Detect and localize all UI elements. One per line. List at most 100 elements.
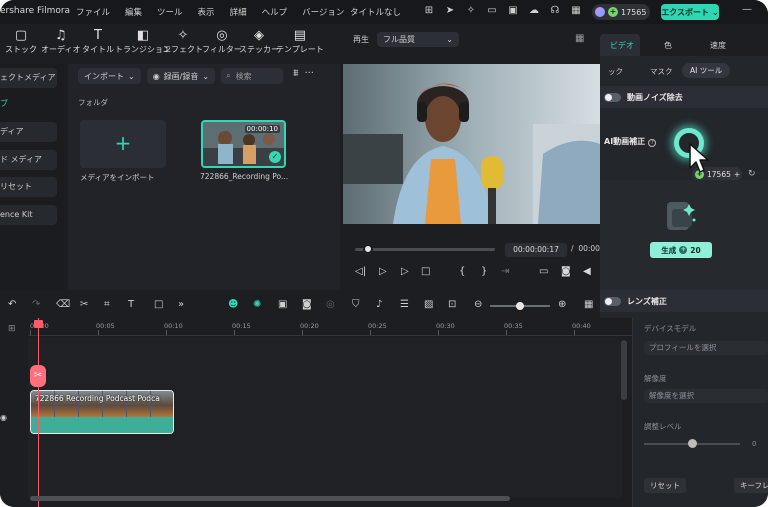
timeline-vertical-scrollbar[interactable] (621, 340, 627, 400)
redo-icon[interactable]: ↷ (32, 299, 40, 310)
tool-templates[interactable]: ▤ テンプレート (276, 28, 324, 55)
playhead-line[interactable] (38, 318, 39, 507)
export-button[interactable]: エクスポート ⌄ (661, 4, 719, 20)
tab-color[interactable]: 色 (664, 40, 672, 51)
resolution-select[interactable]: 解像度を選択 (644, 389, 768, 403)
render-icon[interactable]: ▣ (278, 299, 287, 310)
tab-speed[interactable]: 速度 (710, 40, 726, 51)
timeline-video-clip[interactable]: 722866 Recording Podcast Podca (30, 390, 174, 434)
subtitle-icon[interactable]: ☰ (400, 299, 409, 310)
reset-button[interactable]: リセット (644, 478, 686, 493)
sidebar-item-influence-kit[interactable]: ence Kit (0, 205, 57, 225)
menu-help[interactable]: ヘルプ (262, 6, 288, 18)
tool-stock[interactable]: ▢ ストック (5, 28, 37, 55)
help-icon[interactable]: ? (648, 139, 657, 147)
eye-icon[interactable]: ◉ (0, 413, 7, 422)
import-dropdown[interactable]: インポート ⌄ (78, 68, 141, 84)
minimize-icon[interactable]: — (742, 4, 756, 18)
image-icon[interactable]: ▨ (424, 299, 433, 310)
timeline-horizontal-scrollbar[interactable] (30, 496, 510, 501)
scissors-icon[interactable]: ✂ (80, 299, 88, 310)
menu-edit[interactable]: 編集 (125, 6, 142, 18)
tool-audio[interactable]: ♫ オーディオ (41, 28, 80, 55)
scrub-handle[interactable] (363, 244, 373, 254)
fit-icon[interactable]: ⊡ (448, 299, 456, 310)
menu-file[interactable]: ファイル (76, 6, 110, 18)
grid-view-icon[interactable]: ▦ (575, 33, 584, 44)
generate-button[interactable]: 生成 + 20 (650, 242, 712, 258)
scrub-track[interactable] (355, 248, 495, 251)
snapshot-icon[interactable]: ◙ (561, 266, 571, 277)
ai-face-icon[interactable]: ☻ (228, 299, 238, 310)
track-manager-icon[interactable]: ⊞ (8, 324, 16, 334)
sidebar-item-project-media[interactable]: ェクトメディア (0, 68, 57, 88)
playhead-split-icon[interactable]: ✂ (30, 365, 46, 387)
denoise-toggle[interactable] (604, 92, 621, 102)
time-ruler[interactable]: 00:00 00:05 00:10 00:15 00:20 00:25 00:3… (28, 318, 632, 336)
send-icon[interactable]: ➤ (443, 4, 457, 18)
menu-tools[interactable]: ツール (157, 6, 183, 18)
ai-sparkle-icon[interactable]: ✺ (253, 299, 261, 310)
cloud-upload-icon[interactable]: ☁ (527, 4, 541, 18)
headset-icon[interactable]: ☊ (548, 4, 562, 18)
tool-titles[interactable]: T タイトル (82, 28, 114, 55)
stop-icon[interactable]: □ (421, 266, 430, 277)
import-media-tile[interactable]: + (80, 120, 166, 168)
zoom-slider-handle[interactable] (516, 302, 524, 310)
layout-icon[interactable]: ▭ (485, 4, 499, 18)
subtab-ai-tools[interactable]: AI ツール (682, 63, 731, 78)
grid-menu-icon[interactable]: ▦ (584, 299, 593, 310)
filter-icon[interactable]: ⩩ (293, 68, 298, 84)
zoom-out-icon[interactable]: ⊖ (474, 299, 482, 310)
menu-version[interactable]: バージョン (302, 6, 344, 18)
lightbulb-icon[interactable]: ✧ (464, 4, 478, 18)
zoom-in-icon[interactable]: ⊕ (558, 299, 566, 310)
mark-in-icon[interactable]: { (459, 266, 465, 277)
shield-icon[interactable]: ⛉ (352, 299, 360, 310)
menu-view[interactable]: 表示 (198, 6, 215, 18)
gift-icon[interactable]: ⊞ (422, 4, 436, 18)
import-dropdown-label: インポート (84, 71, 124, 81)
menu-advanced[interactable]: 詳細 (230, 6, 247, 18)
tool-filters[interactable]: ◎ フィルター (202, 28, 242, 55)
keyframe-button[interactable]: キーフレー (734, 478, 768, 493)
save-icon[interactable]: ▣ (506, 4, 520, 18)
lens-correction-toggle[interactable] (604, 296, 621, 306)
credits-badge[interactable]: + 17565 (592, 4, 650, 20)
sidebar-item-presets[interactable]: リセット (0, 177, 57, 197)
tool-stickers[interactable]: ◈ ステッカー (239, 28, 279, 55)
subtab-basic[interactable]: ック (608, 66, 623, 77)
mic-icon[interactable]: ♪ (376, 299, 382, 310)
display-icon[interactable]: ▭ (539, 266, 548, 277)
prev-frame-icon[interactable]: ◁| (355, 266, 366, 277)
more-tools-icon[interactable]: » (178, 299, 184, 310)
quality-dropdown[interactable]: フル品質 ⌄ (377, 31, 459, 47)
sidebar-item-media[interactable]: ディア (0, 122, 57, 142)
mark-out-icon[interactable]: } (481, 266, 487, 277)
volume-icon[interactable]: ◀ (583, 266, 591, 277)
playhead-handle[interactable] (34, 320, 43, 328)
step-forward-icon[interactable]: ▷ (379, 266, 387, 277)
tab-video[interactable]: ビデオ (610, 40, 634, 51)
more-icon[interactable]: ··· (304, 68, 314, 84)
undo-icon[interactable]: ↶ (8, 299, 16, 310)
camera-icon[interactable]: ◙ (302, 299, 312, 310)
subtab-mask[interactable]: マスク (650, 66, 673, 77)
shape-tool-icon[interactable]: □ (154, 299, 163, 310)
media-clip-thumbnail[interactable]: 00:00:10 ✓ (201, 120, 286, 168)
search-input[interactable]: ⌕ 検索 (221, 68, 284, 84)
media-type-dropdown[interactable]: ◉ 録画/録音 ⌄ (146, 68, 216, 84)
sidebar-item-cloud-media[interactable]: ド メディア (0, 150, 57, 170)
adjust-level-handle[interactable] (688, 439, 697, 448)
play-icon[interactable]: ▷ (401, 266, 409, 277)
insert-icon[interactable]: ⇥ (501, 266, 509, 277)
freeze-icon[interactable]: ◎ (326, 299, 335, 310)
delete-icon[interactable]: ⌫ (56, 299, 70, 310)
text-tool-icon[interactable]: T (128, 299, 134, 310)
grid-icon[interactable]: ▦ (569, 4, 583, 18)
crop-icon[interactable]: ⌗ (104, 299, 110, 310)
sidebar-item-folder[interactable]: ブ (0, 94, 57, 114)
refresh-icon[interactable]: ↻ (748, 169, 756, 179)
profile-select[interactable]: プロフィールを選択 (644, 341, 768, 355)
tool-effects[interactable]: ✧ エフェクト (163, 28, 203, 55)
